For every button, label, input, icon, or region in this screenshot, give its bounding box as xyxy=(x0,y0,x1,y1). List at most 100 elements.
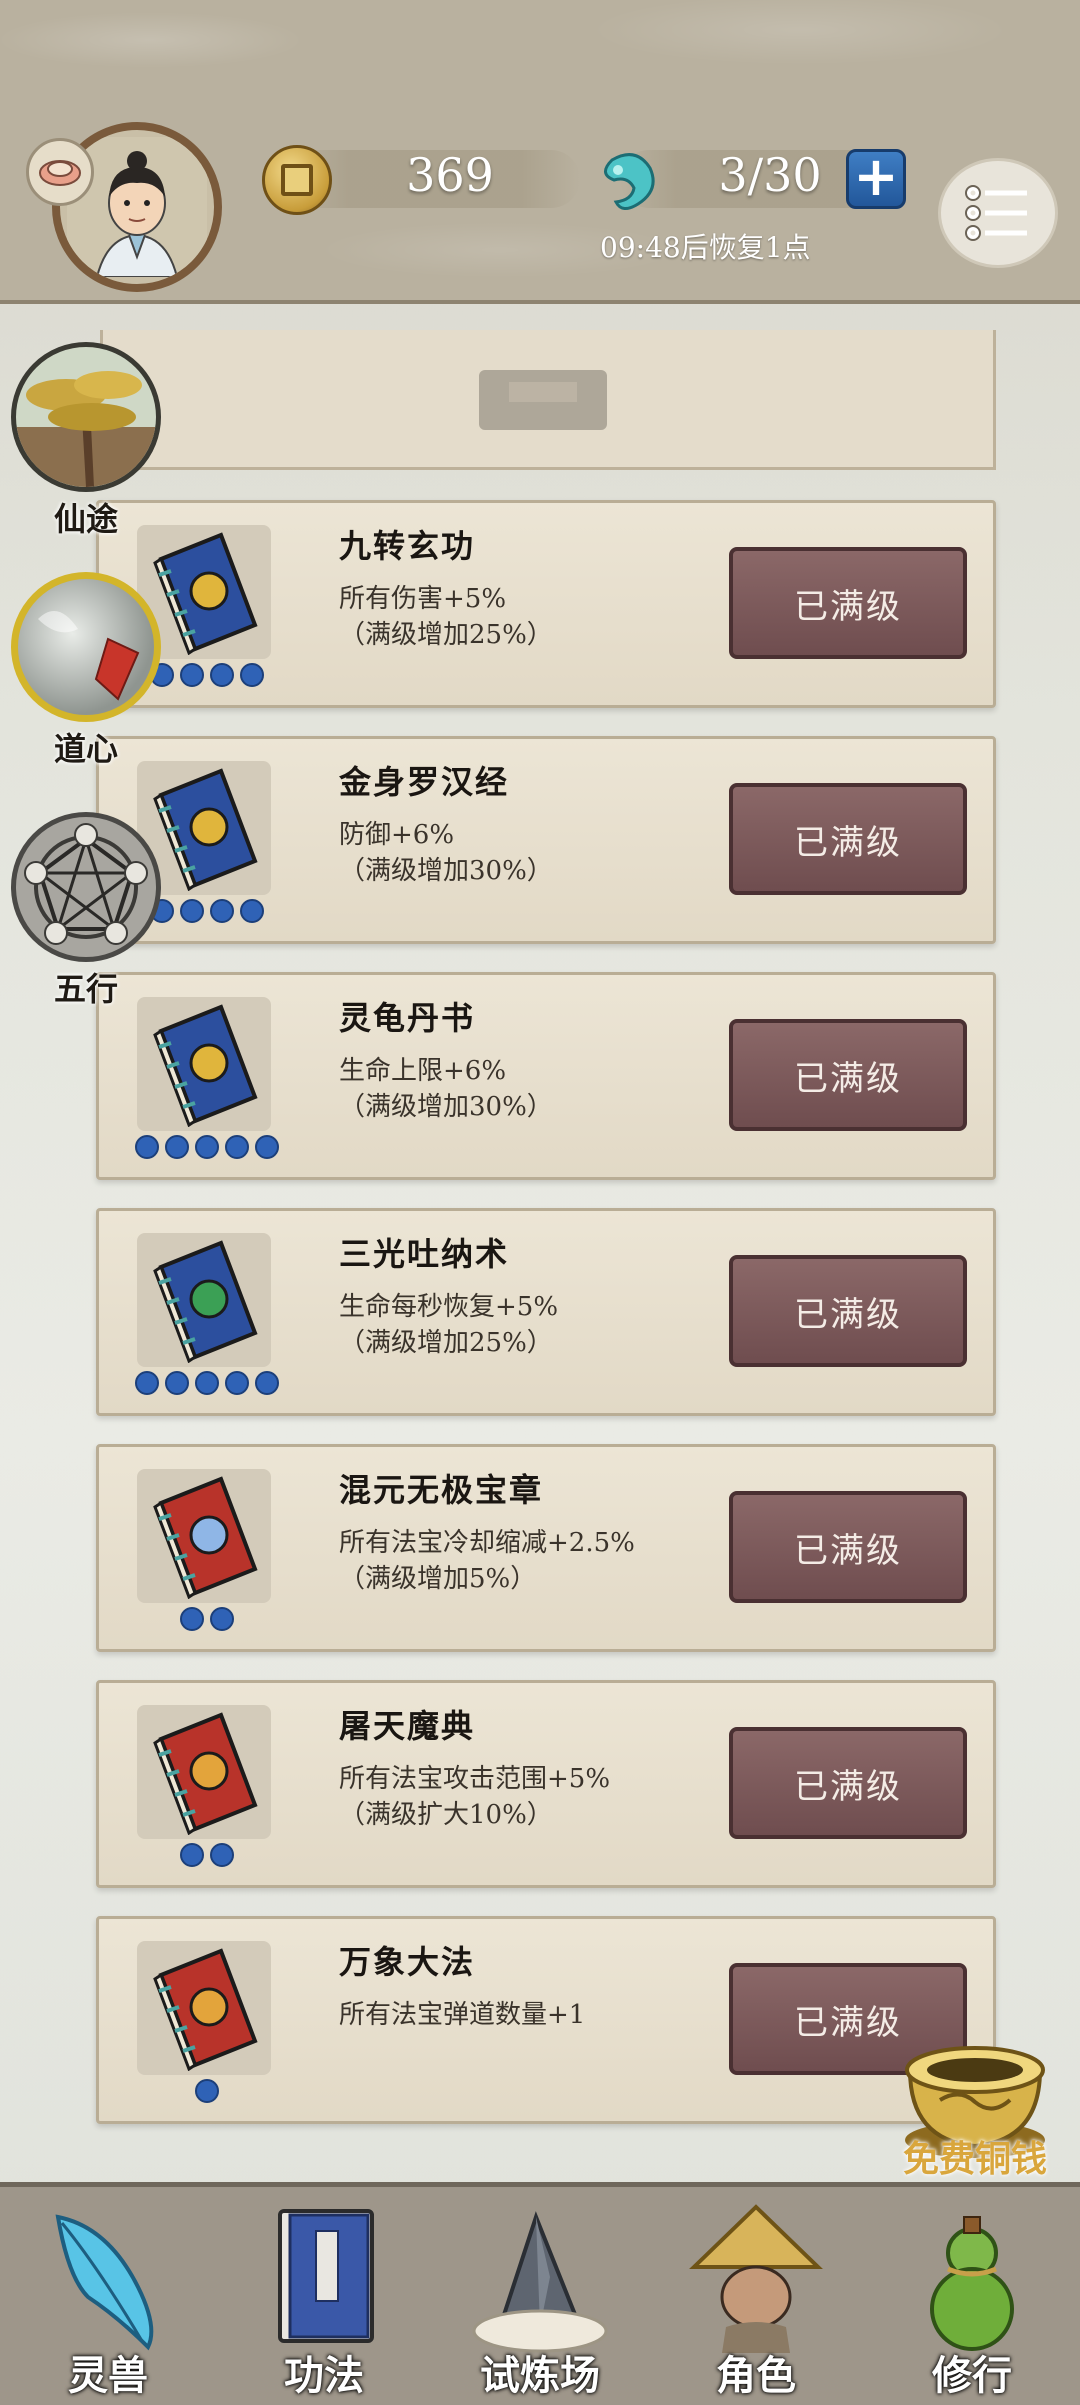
side-button-label: 道心 xyxy=(53,730,118,768)
nav-tab-juese[interactable]: 角色 xyxy=(648,2187,864,2405)
nav-tab-label: 修行 xyxy=(932,2352,1012,2399)
skill-level-dots xyxy=(117,1607,297,1631)
skill-name: 灵龟丹书 xyxy=(339,999,476,1037)
menu-button[interactable] xyxy=(938,158,1058,268)
side-button-daoxin[interactable]: 道心 xyxy=(6,572,166,770)
skill-description: 所有法宝弹道数量+1 xyxy=(339,1997,585,2033)
max-level-button[interactable]: 已满级 xyxy=(729,547,967,659)
skill-card: 屠天魔典所有法宝攻击范围+5% （满级扩大10%） 已满级 xyxy=(96,1680,996,1888)
skill-card: 九转玄功所有伤害+5% （满级增加25%） 已满级 xyxy=(96,500,996,708)
level-dot-icon xyxy=(135,1135,159,1159)
mirror-orb-icon xyxy=(11,572,161,722)
skill-level-dots xyxy=(117,1135,297,1159)
max-level-button[interactable]: 已满级 xyxy=(729,1491,967,1603)
skill-name: 三光吐纳术 xyxy=(339,1235,510,1273)
skill-description: 生命每秒恢复+5% （满级增加25%） xyxy=(339,1289,558,1361)
skill-card: 万象大法 所有法宝弹道数量+1 已满级 xyxy=(96,1916,996,2124)
skill-card: 混元无极宝章所有法宝冷却缩减+2.5% （满级增加5%） 已满级 xyxy=(96,1444,996,1652)
level-dot-icon xyxy=(195,1371,219,1395)
skill-level-dots xyxy=(117,1371,297,1395)
copper-coin-icon xyxy=(262,145,332,215)
nav-tab-lingshou[interactable]: 灵兽 xyxy=(0,2187,216,2405)
skill-effect-line: 防御+6% xyxy=(339,820,455,850)
skill-effect-line: 所有伤害+5% xyxy=(339,584,507,614)
scroll-book-icon xyxy=(278,2209,374,2343)
side-button-xiantu[interactable]: 仙途 xyxy=(6,342,166,540)
skill-name: 九转玄功 xyxy=(339,527,476,565)
nav-tab-label: 灵兽 xyxy=(68,2352,148,2399)
skill-book-icon xyxy=(137,1233,271,1367)
level-dot-icon xyxy=(210,1607,234,1631)
skill-name: 万象大法 xyxy=(339,1943,476,1981)
skill-effect-line: 所有法宝攻击范围+5% xyxy=(339,1764,611,1794)
level-dot-icon xyxy=(255,1135,279,1159)
top-resource-bar: 369 3/30 + 09:48后恢复1点 xyxy=(0,0,1080,304)
nav-tab-label: 功法 xyxy=(284,2352,364,2399)
skill-book-icon xyxy=(137,1941,271,2075)
level-dot-icon xyxy=(210,663,234,687)
skill-name: 混元无极宝章 xyxy=(339,1471,544,1509)
spirit-feather-icon xyxy=(55,2214,154,2351)
skill-card: 三光吐纳术生命每秒恢复+5% （满级增加25%） 已满级 xyxy=(96,1208,996,1416)
skill-effect-line: 生命每秒恢复+5% xyxy=(339,1292,559,1322)
locked-scroll-icon xyxy=(479,370,607,430)
pine-tree-icon xyxy=(11,342,161,492)
partial-skill-card xyxy=(100,330,996,470)
skill-effect-line: 所有法宝弹道数量+1 xyxy=(339,2000,586,2030)
skill-max-level-line: （满级增加30%） xyxy=(339,1092,553,1122)
nav-tab-gongfa[interactable]: 功法 xyxy=(216,2187,432,2405)
nav-tab-shilianchang[interactable]: 试炼场 xyxy=(432,2187,648,2405)
level-dot-icon xyxy=(180,1843,204,1867)
skill-card: 灵龟丹书生命上限+6% （满级增加30%） 已满级 xyxy=(96,972,996,1180)
skill-description: 所有法宝攻击范围+5% （满级扩大10%） xyxy=(339,1761,610,1833)
add-stamina-button[interactable]: + xyxy=(846,149,906,209)
skill-description: 生命上限+6% （满级增加30%） xyxy=(339,1053,553,1125)
level-dot-icon xyxy=(225,1371,249,1395)
nav-tab-label: 试炼场 xyxy=(480,2352,600,2399)
skill-level-dots xyxy=(117,2079,297,2103)
straw-hat-character-icon xyxy=(689,2204,823,2353)
max-level-button[interactable]: 已满级 xyxy=(729,783,967,895)
mountain-cloud-icon xyxy=(472,2211,608,2353)
side-button-label: 五行 xyxy=(53,970,118,1008)
list-menu-icon xyxy=(965,185,1027,241)
level-dot-icon xyxy=(195,2079,219,2103)
level-dot-icon xyxy=(165,1135,189,1159)
skill-description: 所有法宝冷却缩减+2.5% （满级增加5%） xyxy=(339,1525,635,1597)
skill-max-level-line: （满级扩大10%） xyxy=(339,1800,553,1830)
nav-tab-label: 角色 xyxy=(716,2352,796,2399)
nav-tab-xiuxing[interactable]: 修行 xyxy=(864,2187,1080,2405)
level-dot-icon xyxy=(195,1135,219,1159)
coin-count: 369 xyxy=(406,148,494,202)
skill-name: 屠天魔典 xyxy=(339,1707,476,1745)
skill-book-icon xyxy=(137,1469,271,1603)
stamina-recover-timer: 09:48后恢复1点 xyxy=(600,231,811,264)
max-level-button[interactable]: 已满级 xyxy=(729,1727,967,1839)
skill-max-level-line: （满级增加30%） xyxy=(339,856,553,886)
skill-description: 所有伤害+5% （满级增加25%） xyxy=(339,581,553,653)
rank-badge-icon xyxy=(26,138,94,206)
side-button-label: 仙途 xyxy=(53,500,118,538)
level-dot-icon xyxy=(165,1371,189,1395)
skill-effect-line: 所有法宝冷却缩减+2.5% xyxy=(339,1528,635,1558)
level-dot-icon xyxy=(225,1135,249,1159)
skill-book-icon xyxy=(137,1705,271,1839)
gourd-icon xyxy=(930,2216,1014,2351)
level-dot-icon xyxy=(210,899,234,923)
max-level-button[interactable]: 已满级 xyxy=(729,1019,967,1131)
skill-max-level-line: （满级增加25%） xyxy=(339,620,553,650)
five-elements-icon xyxy=(11,812,161,962)
skill-max-level-line: （满级增加25%） xyxy=(339,1328,553,1358)
side-button-wuxing[interactable]: 五行 xyxy=(6,812,166,1010)
level-dot-icon xyxy=(135,1371,159,1395)
stamina-magatama-icon xyxy=(604,153,655,210)
level-dot-icon xyxy=(240,899,264,923)
skill-name: 金身罗汉经 xyxy=(339,763,510,801)
skill-card: 金身罗汉经防御+6% （满级增加30%） 已满级 xyxy=(96,736,996,944)
skill-book-icon xyxy=(137,997,271,1131)
level-dot-icon xyxy=(180,663,204,687)
max-level-button[interactable]: 已满级 xyxy=(729,1255,967,1367)
skill-level-dots xyxy=(117,1843,297,1867)
free-coin-label[interactable]: 免费铜钱 xyxy=(880,2130,1070,2182)
level-dot-icon xyxy=(180,899,204,923)
